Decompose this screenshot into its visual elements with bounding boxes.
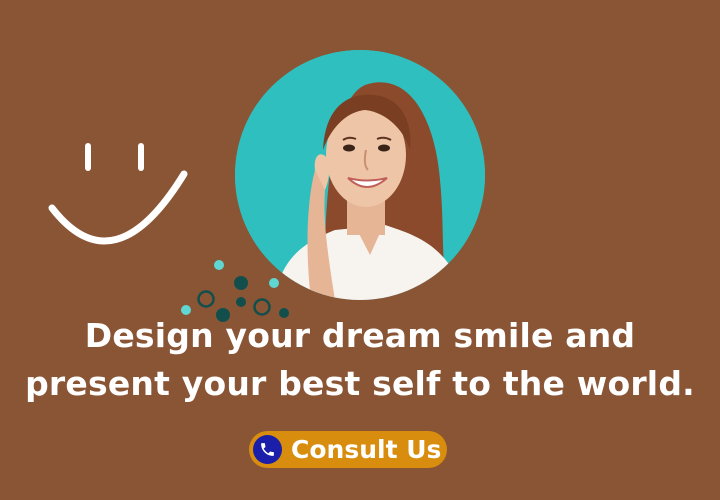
consult-us-label: Consult Us: [291, 435, 442, 464]
smiley-face-icon: [48, 143, 188, 245]
headline-line-1: Design your dream smile and: [84, 316, 636, 355]
phone-icon: [253, 435, 282, 464]
promo-banner: Design your dream smile and present your…: [0, 0, 720, 500]
headline-line-2: present your best self to the world.: [25, 364, 695, 403]
headline: Design your dream smile and present your…: [0, 312, 720, 408]
consult-us-button[interactable]: Consult Us: [249, 431, 447, 468]
